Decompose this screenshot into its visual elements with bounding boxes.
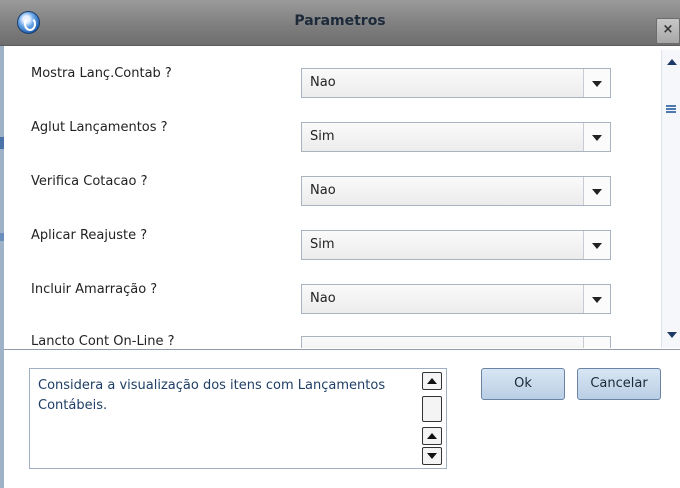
dialog-title: Parametros bbox=[294, 13, 386, 29]
parameters-dialog: Parametros × Mostra Lanç.Contab ? Nao Ag… bbox=[0, 0, 680, 488]
close-button[interactable]: × bbox=[656, 18, 680, 44]
param-select[interactable]: Nao bbox=[301, 284, 611, 314]
param-select[interactable]: Sim bbox=[301, 122, 611, 152]
background-edge-marker bbox=[0, 137, 4, 149]
chevron-down-icon[interactable] bbox=[583, 123, 610, 151]
param-select[interactable]: Sim bbox=[301, 230, 611, 260]
parameters-list: Mostra Lanç.Contab ? Nao Aglut Lançament… bbox=[11, 46, 661, 348]
cancel-button[interactable]: Cancelar bbox=[577, 368, 661, 400]
chevron-down-icon[interactable] bbox=[583, 285, 610, 313]
param-label: Mostra Lanç.Contab ? bbox=[31, 66, 172, 81]
ok-button[interactable]: Ok bbox=[481, 368, 565, 400]
help-scrollbar[interactable] bbox=[422, 372, 444, 466]
scroll-up-icon[interactable] bbox=[667, 59, 677, 65]
background-edge-marker bbox=[0, 233, 4, 241]
param-row: Aglut Lançamentos ? Sim bbox=[11, 100, 661, 155]
help-text: Considera a visualização dos itens com L… bbox=[38, 378, 386, 413]
param-label: Incluir Amarração ? bbox=[31, 282, 158, 297]
scroll-up-icon[interactable] bbox=[422, 427, 442, 445]
param-select[interactable]: Nao bbox=[301, 176, 611, 206]
scroll-grip-icon[interactable] bbox=[666, 105, 676, 114]
param-select-value: Nao bbox=[302, 69, 585, 97]
scroll-down-icon[interactable] bbox=[422, 447, 442, 465]
help-text-box[interactable]: Considera a visualização dos itens com L… bbox=[29, 368, 447, 469]
section-divider bbox=[4, 349, 680, 350]
chevron-down-icon[interactable] bbox=[583, 69, 610, 97]
param-label: Verifica Cotacao ? bbox=[31, 174, 148, 189]
param-select[interactable] bbox=[301, 336, 611, 348]
param-row: Mostra Lanç.Contab ? Nao bbox=[11, 46, 661, 101]
parameters-scrollbar[interactable] bbox=[661, 50, 680, 348]
scroll-up-icon[interactable] bbox=[422, 372, 442, 390]
param-row: Verifica Cotacao ? Nao bbox=[11, 154, 661, 209]
scroll-thumb[interactable] bbox=[422, 396, 442, 422]
title-bar[interactable]: Parametros × bbox=[0, 0, 680, 46]
param-row: Incluir Amarração ? Nao bbox=[11, 262, 661, 317]
param-row: Aplicar Reajuste ? Sim bbox=[11, 208, 661, 263]
param-label: Aglut Lançamentos ? bbox=[31, 120, 168, 135]
param-select-value: Sim bbox=[302, 231, 585, 259]
param-label: Lancto Cont On-Line ? bbox=[31, 334, 175, 348]
param-select-value: Nao bbox=[302, 285, 585, 313]
chevron-down-icon[interactable] bbox=[583, 337, 610, 348]
background-window-edge bbox=[0, 45, 4, 488]
param-select-value: Sim bbox=[302, 123, 585, 151]
param-select-value bbox=[302, 337, 585, 348]
chevron-down-icon[interactable] bbox=[583, 177, 610, 205]
param-select[interactable]: Nao bbox=[301, 68, 611, 98]
chevron-down-icon[interactable] bbox=[583, 231, 610, 259]
scroll-down-icon[interactable] bbox=[667, 332, 677, 338]
param-label: Aplicar Reajuste ? bbox=[31, 228, 148, 243]
param-select-value: Nao bbox=[302, 177, 585, 205]
param-row: Lancto Cont On-Line ? bbox=[11, 314, 661, 348]
